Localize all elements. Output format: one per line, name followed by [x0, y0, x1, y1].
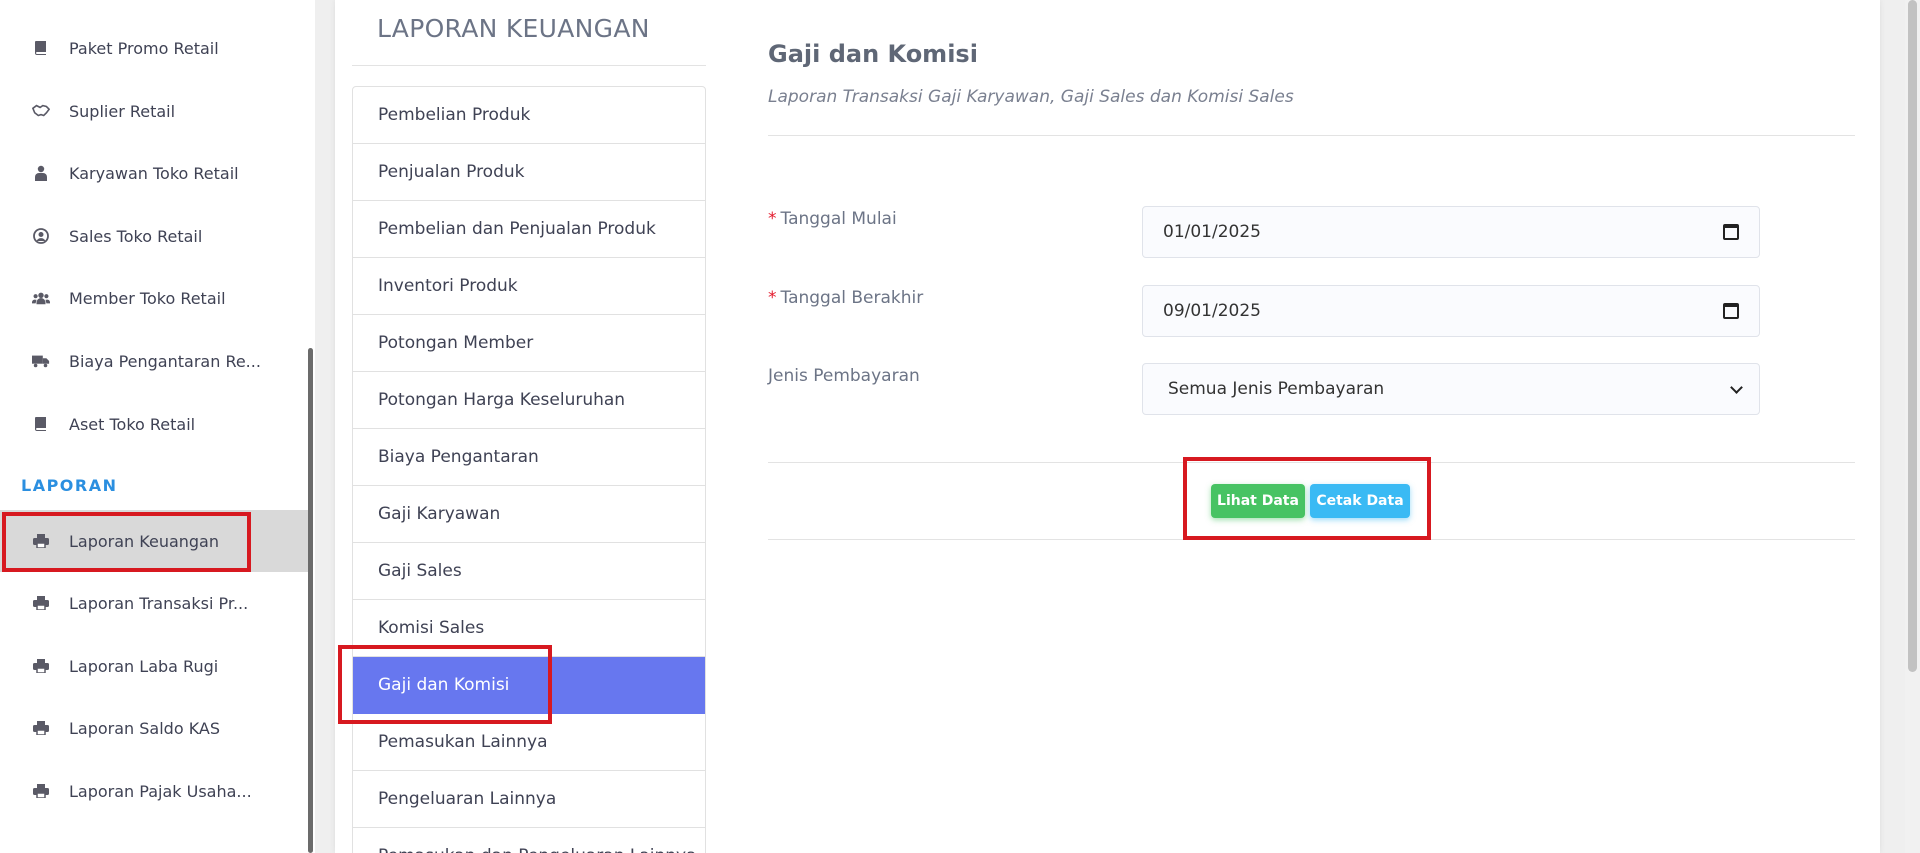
print-icon	[32, 657, 50, 675]
sidebar-scrollbar[interactable]	[308, 348, 313, 853]
page-subtitle: Laporan Transaksi Gaji Karyawan, Gaji Sa…	[768, 87, 1294, 107]
end-date-label-text: Tanggal Berakhir	[780, 288, 924, 308]
chevron-down-icon	[1730, 381, 1743, 394]
sidebar-item-biaya-pengantaran[interactable]: Biaya Pengantaran Re...	[0, 330, 261, 392]
sidebar-section-heading: LAPORAN	[21, 476, 118, 495]
end-date-label: * Tanggal Berakhir	[768, 288, 923, 308]
sidebar-item-aset-toko-retail[interactable]: Aset Toko Retail	[0, 393, 250, 455]
sidebar-item-label: Laporan Pajak Usaha...	[69, 781, 252, 801]
sidebar-item-sales-toko-retail[interactable]: Sales Toko Retail	[0, 205, 250, 267]
payment-type-select[interactable]: Semua Jenis Pembayaran	[1142, 363, 1760, 415]
calendar-icon[interactable]	[1723, 224, 1739, 240]
menu-item-biaya-pengantaran[interactable]: Biaya Pengantaran	[353, 429, 705, 486]
page-scrollbar-thumb[interactable]	[1908, 0, 1917, 672]
users-icon	[32, 289, 50, 307]
highlight-box	[2, 512, 251, 572]
menu-item-penjualan-produk[interactable]: Penjualan Produk	[353, 144, 705, 201]
sidebar-item-label: Biaya Pengantaran Re...	[69, 351, 261, 371]
sidebar-item-label: Member Toko Retail	[69, 288, 226, 308]
menu-item-inventori-produk[interactable]: Inventori Produk	[353, 258, 705, 315]
sidebar-item-label: Laporan Transaksi Pr...	[69, 593, 249, 613]
sidebar-item-suplier-retail[interactable]: Suplier Retail	[0, 80, 250, 142]
highlight-box	[338, 645, 552, 724]
menu-item-gaji-karyawan[interactable]: Gaji Karyawan	[353, 486, 705, 543]
truck-icon	[32, 352, 50, 370]
print-icon	[32, 719, 50, 737]
sidebar-item-label: Sales Toko Retail	[69, 226, 203, 246]
sidebar-item-label: Paket Promo Retail	[69, 38, 219, 58]
start-date-label: * Tanggal Mulai	[768, 209, 897, 229]
required-mark: *	[768, 209, 777, 229]
report-menu: Pembelian Produk Penjualan Produk Pembel…	[352, 86, 706, 853]
start-date-value: 01/01/2025	[1163, 222, 1261, 242]
payment-type-label: Jenis Pembayaran	[768, 366, 920, 386]
page-scrollbar[interactable]	[1905, 0, 1920, 853]
highlight-box	[1183, 457, 1431, 540]
sidebar-item-member-toko-retail[interactable]: Member Toko Retail	[0, 267, 250, 329]
divider	[768, 135, 1855, 136]
divider	[352, 65, 706, 66]
sidebar-item-laporan-pajak-usaha[interactable]: Laporan Pajak Usaha...	[0, 760, 252, 822]
sidebar-item-laporan-laba-rugi[interactable]: Laporan Laba Rugi	[0, 635, 250, 697]
user-tie-icon	[32, 164, 50, 182]
start-date-label-text: Tanggal Mulai	[780, 209, 897, 229]
sidebar-item-karyawan-toko-retail[interactable]: Karyawan Toko Retail	[0, 142, 250, 204]
sidebar-item-label: Laporan Saldo KAS	[69, 718, 221, 738]
sidebar-item-laporan-transaksi[interactable]: Laporan Transaksi Pr...	[0, 572, 250, 634]
print-icon	[32, 782, 50, 800]
menu-item-potongan-harga[interactable]: Potongan Harga Keseluruhan	[353, 372, 705, 429]
user-circle-icon	[32, 227, 50, 245]
end-date-value: 09/01/2025	[1163, 301, 1261, 321]
sidebar-item-label: Aset Toko Retail	[69, 414, 196, 434]
sidebar: Paket Promo Retail Suplier Retail Karyaw…	[0, 0, 315, 853]
sidebar-item-label: Karyawan Toko Retail	[69, 163, 239, 183]
menu-item-pemasukan-pengeluaran[interactable]: Pemasukan dan Pengeluaran Lainnya	[353, 828, 705, 853]
end-date-input[interactable]: 09/01/2025	[1142, 285, 1760, 337]
handshake-icon	[32, 102, 50, 120]
menu-item-pengeluaran-lainnya[interactable]: Pengeluaran Lainnya	[353, 771, 705, 828]
menu-item-potongan-member[interactable]: Potongan Member	[353, 315, 705, 372]
sidebar-item-label: Laporan Laba Rugi	[69, 656, 219, 676]
report-menu-title: LAPORAN KEUANGAN	[377, 14, 650, 43]
book-icon	[32, 415, 50, 433]
page-title: Gaji dan Komisi	[768, 40, 978, 68]
payment-type-value: Semua Jenis Pembayaran	[1168, 379, 1385, 399]
required-mark: *	[768, 288, 777, 308]
sidebar-item-label: Suplier Retail	[69, 101, 176, 121]
sidebar-item-paket-promo-retail[interactable]: Paket Promo Retail	[0, 17, 250, 79]
calendar-icon[interactable]	[1723, 303, 1739, 319]
book-icon	[32, 39, 50, 57]
start-date-input[interactable]: 01/01/2025	[1142, 206, 1760, 258]
print-icon	[32, 594, 50, 612]
sidebar-item-laporan-saldo-kas[interactable]: Laporan Saldo KAS	[0, 697, 250, 759]
menu-item-pembelian-penjualan[interactable]: Pembelian dan Penjualan Produk	[353, 201, 705, 258]
menu-item-gaji-sales[interactable]: Gaji Sales	[353, 543, 705, 600]
menu-item-pembelian-produk[interactable]: Pembelian Produk	[353, 87, 705, 144]
